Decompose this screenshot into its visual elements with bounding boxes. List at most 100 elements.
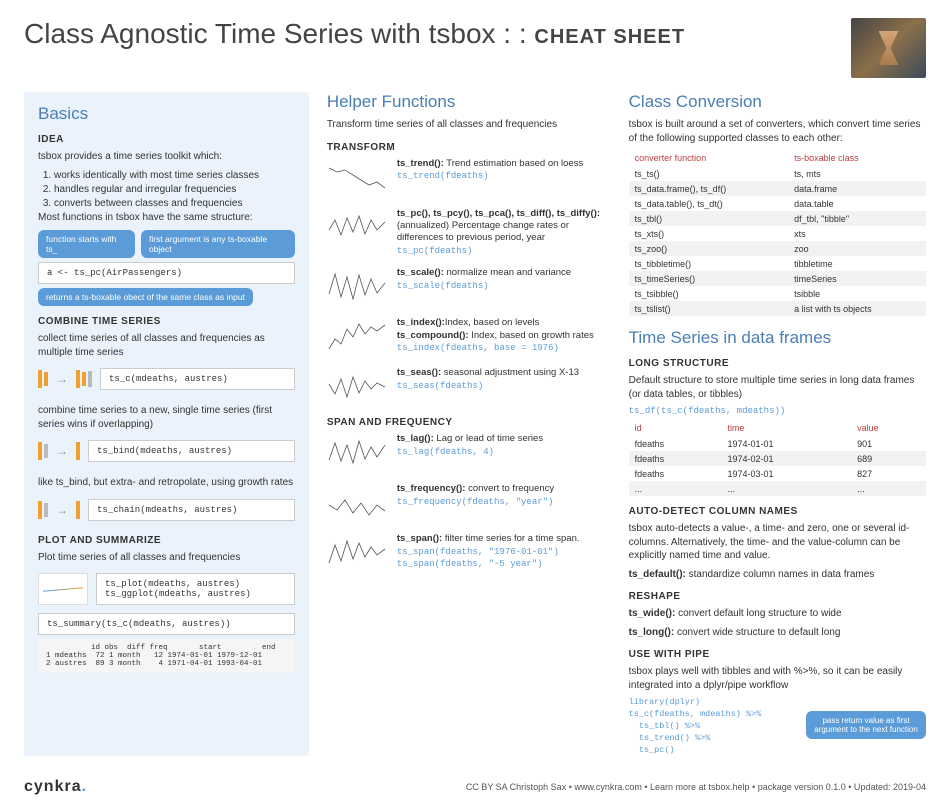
sparkline-icon (327, 158, 387, 198)
helper-text: ts_frequency(): convert to frequency ts_… (397, 483, 611, 508)
table-row: fdeaths1974-01-01901 (629, 436, 926, 451)
plot-p: Plot time series of all classes and freq… (38, 551, 295, 565)
idea-intro: tsbox provides a time series toolkit whi… (38, 150, 295, 164)
helper-text: ts_span(): filter time series for a time… (397, 533, 611, 571)
helper-text: ts_trend(): Trend estimation based on lo… (397, 158, 611, 183)
long-heading: LONG STRUCTURE (629, 358, 926, 369)
table-row: ts_xts()xts (629, 226, 926, 241)
code-airpassengers: a <- ts_pc(AirPassengers) (38, 262, 295, 284)
helper-item: ts_pc(), ts_pcy(), ts_pca(), ts_diff(), … (327, 208, 611, 258)
code-ts-plot: ts_plot(mdeaths, austres) ts_ggplot(mdea… (96, 573, 295, 605)
table-row: ts_tslist()a list with ts objects (629, 301, 926, 316)
combine-p1: collect time series of all classes and f… (38, 332, 295, 359)
code-ts-summary: ts_summary(ts_c(mdeaths, austres)) (38, 613, 295, 635)
dataframes-heading: Time Series in data frames (629, 328, 926, 348)
long-code: ts_df(ts_c(fdeaths, mdeaths)) (629, 406, 926, 416)
sparkline-icon (327, 533, 387, 573)
table-row: ts_data.frame(), ts_df()data.frame (629, 181, 926, 196)
long-p: Default structure to store multiple time… (629, 374, 926, 401)
title-sub: CHEAT SHEET (534, 26, 685, 48)
reshape-long: ts_long(): convert wide structure to def… (629, 626, 926, 640)
header: Class Agnostic Time Series with tsbox : … (24, 18, 926, 78)
idea-outro: Most functions in tsbox have the same st… (38, 211, 295, 225)
combine-row-c: → ts_c(mdeaths, austres) (38, 364, 295, 394)
bubble-fn-starts: function starts with ts_ (38, 230, 135, 258)
conversion-heading: Class Conversion (629, 92, 926, 112)
table-row: ts_tbl()df_tbl, "tibble" (629, 211, 926, 226)
basics-panel: Basics IDEA tsbox provides a time series… (24, 92, 309, 756)
helper-item: ts_lag(): Lag or lead of time series ts_… (327, 433, 611, 473)
title-main: Class Agnostic Time Series with tsbox : … (24, 18, 527, 49)
page-title: Class Agnostic Time Series with tsbox : … (24, 18, 685, 50)
combine-heading: COMBINE TIME SERIES (38, 316, 295, 327)
bubble-first-arg: first argument is any ts-boxable object (141, 230, 295, 258)
helper-item: ts_trend(): Trend estimation based on lo… (327, 158, 611, 198)
helpers-panel: Helper Functions Transform time series o… (327, 92, 611, 756)
pipe-example: library(dplyr) ts_c(fdeaths, mdeaths) %>… (629, 697, 926, 756)
code-ts-c: ts_c(mdeaths, austres) (100, 368, 295, 390)
footer-text: CC BY SA Christoph Sax • www.cynkra.com … (466, 782, 926, 792)
helper-item: ts_frequency(): convert to frequency ts_… (327, 483, 611, 523)
conversion-table: converter functionts-boxable class ts_ts… (629, 150, 926, 316)
footer: cynkra. CC BY SA Christoph Sax • www.cyn… (24, 770, 926, 796)
idea-item-2: handles regular and irregular frequencie… (54, 183, 295, 197)
helper-item: ts_index():Index, based on levelsts_comp… (327, 317, 611, 357)
table-row: ts_timeSeries()timeSeries (629, 271, 926, 286)
auto-fn: ts_default(): standardize column names i… (629, 568, 926, 582)
structure-example: function starts with ts_ first argument … (38, 230, 295, 306)
pipe-heading: USE WITH PIPE (629, 649, 926, 660)
hourglass-image (851, 18, 926, 78)
table-row: ts_tibbletime()tibbletime (629, 256, 926, 271)
sparkline-icon (327, 208, 387, 248)
idea-item-1: works identically with most time series … (54, 169, 295, 183)
pipe-p: tsbox plays well with tibbles and with %… (629, 665, 926, 692)
sparkline-icon (327, 433, 387, 473)
helpers-heading: Helper Functions (327, 92, 611, 112)
helper-text: ts_scale(): normalize mean and variance … (397, 267, 611, 292)
table-row: fdeaths1974-02-01689 (629, 451, 926, 466)
conv-th1: converter function (629, 150, 788, 166)
df-th-id: id (629, 420, 722, 436)
df-th-time: time (721, 420, 851, 436)
transform-heading: TRANSFORM (327, 142, 611, 153)
combine-p3: like ts_bind, but extra- and retropolate… (38, 476, 295, 490)
basics-heading: Basics (38, 104, 295, 124)
helper-text: ts_index():Index, based on levelsts_comp… (397, 317, 611, 354)
combine-row-bind: → ts_bind(mdeaths, austres) (38, 436, 295, 466)
helper-item: ts_span(): filter time series for a time… (327, 533, 611, 573)
table-row: ts_tsibble()tsibble (629, 286, 926, 301)
sparkline-icon (327, 267, 387, 307)
sparkline-icon (327, 483, 387, 523)
auto-p: tsbox auto-detects a value-, a time- and… (629, 522, 926, 563)
sparkline-icon (327, 317, 387, 357)
table-row: ts_data.table(), ts_dt()data.table (629, 196, 926, 211)
span-heading: SPAN AND FREQUENCY (327, 417, 611, 428)
auto-heading: AUTO-DETECT COLUMN NAMES (629, 506, 926, 517)
helper-item: ts_seas(): seasonal adjustment using X-1… (327, 367, 611, 407)
code-ts-bind: ts_bind(mdeaths, austres) (88, 440, 295, 462)
idea-item-3: converts between classes and frequencies (54, 197, 295, 211)
plot-heading: PLOT AND SUMMARIZE (38, 535, 295, 546)
idea-heading: IDEA (38, 134, 295, 145)
df-th-value: value (851, 420, 926, 436)
conversion-intro: tsbox is built around a set of converter… (629, 118, 926, 145)
combine-p2: combine time series to a new, single tim… (38, 404, 295, 431)
table-row: ......... (629, 481, 926, 496)
long-table: id time value fdeaths1974-01-01901fdeath… (629, 420, 926, 496)
mini-plot-icon (38, 573, 88, 605)
cynkra-logo: cynkra. (24, 778, 87, 796)
pipe-bubble: pass return value as first argument to t… (806, 711, 926, 739)
conv-th2: ts-boxable class (788, 150, 926, 166)
helper-text: ts_pc(), ts_pcy(), ts_pca(), ts_diff(), … (397, 208, 611, 258)
table-row: ts_zoo()zoo (629, 241, 926, 256)
table-row: fdeaths1974-03-01827 (629, 466, 926, 481)
bubble-returns: returns a ts-boxable obect of the same c… (38, 288, 253, 306)
sparkline-icon (327, 367, 387, 407)
helper-text: ts_seas(): seasonal adjustment using X-1… (397, 367, 611, 392)
reshape-heading: RESHAPE (629, 591, 926, 602)
plot-row-1: ts_plot(mdeaths, austres) ts_ggplot(mdea… (38, 569, 295, 609)
helper-item: ts_scale(): normalize mean and variance … (327, 267, 611, 307)
conversion-panel: Class Conversion tsbox is built around a… (629, 92, 926, 756)
table-row: ts_ts()ts, mts (629, 166, 926, 181)
combine-row-chain: → ts_chain(mdeaths, austres) (38, 495, 295, 525)
